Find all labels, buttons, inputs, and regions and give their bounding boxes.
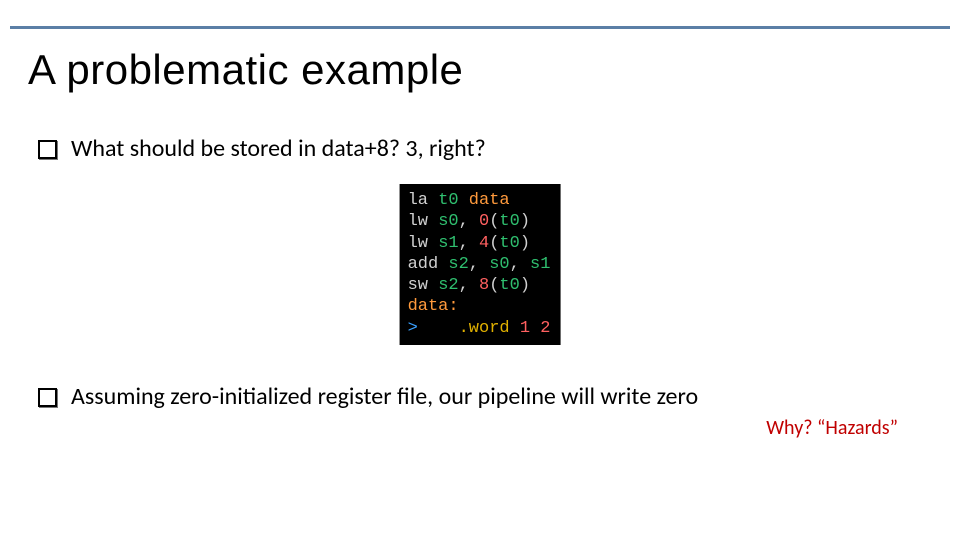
slide-title: A problematic example: [28, 46, 463, 94]
code-reg: s0: [489, 255, 509, 274]
bullet-list: What should be stored in data+8? 3, righ…: [38, 134, 920, 180]
annotation-hazards: Why? “Hazards”: [766, 416, 898, 440]
code-num: 2: [540, 319, 550, 338]
bullet-item-2: Assuming zero-initialized register file,…: [38, 382, 920, 412]
slide: A problematic example What should be sto…: [0, 0, 960, 540]
code-reg: s1: [438, 234, 458, 253]
top-rule: [10, 26, 950, 29]
code-num: 8: [479, 276, 489, 295]
code-label: data:: [408, 297, 459, 316]
code-reg: s2: [438, 276, 458, 295]
code-num: 0: [479, 212, 489, 231]
code-symbol: data: [469, 191, 510, 210]
code-reg: t0: [499, 276, 519, 295]
code-num: 1: [520, 319, 530, 338]
code-reg: t0: [438, 191, 458, 210]
bullet-text: Assuming zero-initialized register file,…: [71, 382, 698, 412]
code-op: lw: [408, 234, 428, 253]
code-op: add: [408, 255, 439, 274]
square-bullet-icon: [38, 140, 57, 159]
bullet-text: What should be stored in data+8? 3, righ…: [71, 134, 486, 164]
code-reg: t0: [499, 234, 519, 253]
bullet-item-1: What should be stored in data+8? 3, righ…: [38, 134, 920, 164]
code-block: la t0 data lw s0, 0(t0) lw s1, 4(t0) add…: [400, 184, 561, 345]
code-reg: s1: [530, 255, 550, 274]
code-reg: s2: [448, 255, 468, 274]
code-directive: .word: [459, 319, 510, 338]
code-op: la: [408, 191, 428, 210]
prompt-icon: >: [408, 319, 418, 338]
square-bullet-icon: [38, 388, 57, 407]
code-reg: s0: [438, 212, 458, 231]
code-op: lw: [408, 212, 428, 231]
code-reg: t0: [499, 212, 519, 231]
code-num: 4: [479, 234, 489, 253]
code-op: sw: [408, 276, 428, 295]
